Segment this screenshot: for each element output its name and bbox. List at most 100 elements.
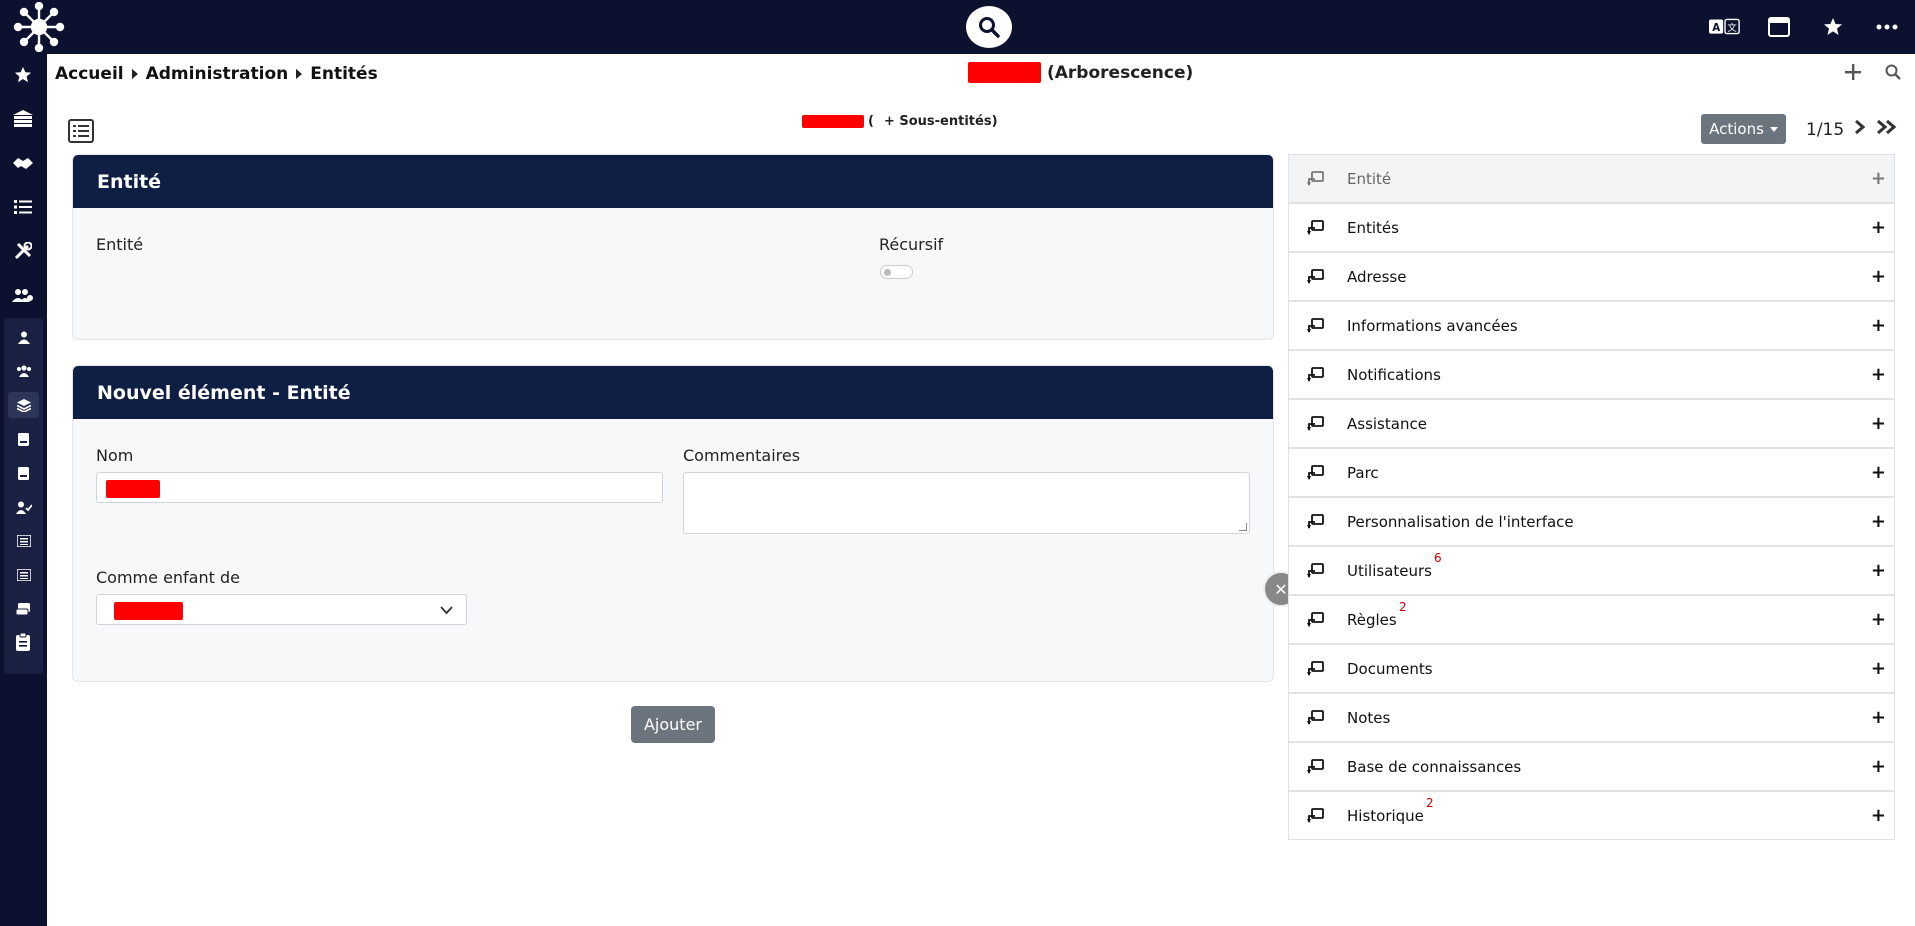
list-view-icon[interactable] bbox=[68, 119, 94, 143]
expand-plus-icon[interactable]: + bbox=[1871, 609, 1886, 630]
parent-label: Comme enfant de bbox=[96, 568, 240, 587]
tools-icon[interactable] bbox=[7, 235, 39, 267]
recursive-toggle[interactable] bbox=[880, 265, 913, 279]
tab-item[interactable]: Entité + bbox=[1288, 154, 1895, 203]
redacted-entity-name bbox=[802, 115, 864, 128]
administration-submenu bbox=[4, 318, 43, 674]
search-list-icon[interactable] bbox=[1885, 64, 1901, 84]
pager-position: 1/15 bbox=[1806, 119, 1845, 140]
handshake-icon[interactable] bbox=[7, 147, 39, 179]
last-page-icon[interactable] bbox=[1876, 119, 1898, 140]
tab-return-icon bbox=[1307, 513, 1324, 529]
pagination: 1/15 bbox=[1806, 119, 1898, 140]
entities-layers-icon[interactable] bbox=[8, 392, 39, 418]
user-icon[interactable] bbox=[8, 324, 39, 350]
admin-users-gear-icon[interactable] bbox=[7, 279, 39, 311]
expand-plus-icon[interactable]: + bbox=[1871, 707, 1886, 728]
expand-plus-icon[interactable]: + bbox=[1871, 413, 1886, 434]
profiles-user-check-icon[interactable] bbox=[8, 494, 39, 520]
add-button[interactable]: Ajouter bbox=[631, 706, 715, 743]
expand-plus-icon[interactable]: + bbox=[1871, 658, 1886, 679]
tab-return-icon bbox=[1307, 268, 1324, 284]
assets-icon[interactable] bbox=[7, 103, 39, 135]
subentities-toggle[interactable]: + Sous-entités) bbox=[884, 114, 998, 129]
favorites-star-icon[interactable] bbox=[7, 59, 39, 91]
tab-return-icon bbox=[1307, 219, 1324, 235]
tab-item[interactable]: Règles 2 + bbox=[1288, 595, 1895, 644]
language-icon[interactable]: A文 bbox=[1709, 12, 1741, 42]
tab-item[interactable]: Assistance + bbox=[1288, 399, 1895, 448]
tab-return-icon bbox=[1307, 464, 1324, 480]
expand-plus-icon[interactable]: + bbox=[1871, 266, 1886, 287]
tab-item[interactable]: Notes + bbox=[1288, 693, 1895, 742]
rules-book-icon[interactable] bbox=[8, 426, 39, 452]
window-icon[interactable] bbox=[1763, 12, 1795, 42]
actions-label: Actions bbox=[1709, 120, 1764, 138]
resize-handle-icon[interactable] bbox=[1239, 523, 1247, 531]
top-bar: A文 bbox=[0, 0, 1915, 54]
more-options-icon[interactable] bbox=[1871, 12, 1903, 42]
star-icon[interactable] bbox=[1817, 12, 1849, 42]
expand-plus-icon[interactable]: + bbox=[1871, 364, 1886, 385]
dictionary-book-icon[interactable] bbox=[8, 460, 39, 486]
next-page-icon[interactable] bbox=[1854, 119, 1866, 140]
tab-label: Adresse bbox=[1347, 267, 1407, 286]
inventory-scroll-icon[interactable] bbox=[8, 596, 39, 622]
tab-item[interactable]: Notifications + bbox=[1288, 350, 1895, 399]
tab-item[interactable]: Personnalisation de l'interface + bbox=[1288, 497, 1895, 546]
tab-label: Base de connaissances bbox=[1347, 757, 1522, 776]
clipboard-icon[interactable] bbox=[7, 626, 39, 658]
tab-return-icon bbox=[1307, 366, 1324, 382]
expand-plus-icon[interactable]: + bbox=[1871, 217, 1886, 238]
tab-item[interactable]: Base de connaissances + bbox=[1288, 742, 1895, 791]
expand-plus-icon[interactable]: + bbox=[1871, 168, 1886, 189]
name-label: Nom bbox=[96, 446, 134, 465]
breadcrumb-home[interactable]: Accueil bbox=[55, 64, 124, 84]
expand-plus-icon[interactable]: + bbox=[1871, 511, 1886, 532]
tab-item[interactable]: Historique 2 + bbox=[1288, 791, 1895, 840]
tab-count-badge: 6 bbox=[1434, 551, 1442, 565]
tab-item[interactable]: Parc + bbox=[1288, 448, 1895, 497]
redacted-parent-value bbox=[114, 602, 183, 620]
expand-plus-icon[interactable]: + bbox=[1871, 315, 1886, 336]
add-item-plus-icon[interactable] bbox=[1845, 64, 1861, 84]
parent-entity-select[interactable] bbox=[96, 594, 467, 625]
tab-return-icon bbox=[1307, 709, 1324, 725]
groups-icon[interactable] bbox=[8, 358, 39, 384]
tab-label: Notifications bbox=[1347, 365, 1441, 384]
tab-label: Utilisateurs bbox=[1347, 561, 1432, 580]
comments-textarea[interactable] bbox=[683, 472, 1250, 534]
tab-item[interactable]: Informations avancées + bbox=[1288, 301, 1895, 350]
tab-return-icon bbox=[1307, 611, 1324, 627]
tab-count-badge: 2 bbox=[1399, 600, 1407, 614]
tab-item[interactable]: Entités + bbox=[1288, 203, 1895, 252]
queued-list-icon[interactable] bbox=[8, 528, 39, 554]
tab-count-badge: 2 bbox=[1426, 796, 1434, 810]
expand-plus-icon[interactable]: + bbox=[1871, 560, 1886, 581]
tab-return-icon bbox=[1307, 170, 1324, 186]
main-sidebar bbox=[0, 54, 47, 926]
expand-plus-icon[interactable]: + bbox=[1871, 462, 1886, 483]
tab-label: Informations avancées bbox=[1347, 316, 1518, 335]
tasks-list-icon[interactable] bbox=[7, 191, 39, 223]
breadcrumb-separator-icon bbox=[296, 69, 303, 79]
breadcrumb-administration[interactable]: Administration bbox=[146, 64, 289, 84]
actions-dropdown-button[interactable]: Actions bbox=[1701, 114, 1786, 144]
caret-down-icon bbox=[1769, 126, 1778, 132]
tab-item[interactable]: Utilisateurs 6 + bbox=[1288, 546, 1895, 595]
tab-label: Notes bbox=[1347, 708, 1391, 727]
expand-plus-icon[interactable]: + bbox=[1871, 805, 1886, 826]
app-logo-icon[interactable] bbox=[12, 1, 66, 53]
tab-item[interactable]: Adresse + bbox=[1288, 252, 1895, 301]
breadcrumb-separator-icon bbox=[131, 69, 138, 79]
tab-item[interactable]: Documents + bbox=[1288, 644, 1895, 693]
new-entity-card-title: Nouvel élément - Entité bbox=[73, 366, 1273, 419]
name-input[interactable] bbox=[96, 472, 663, 503]
logs-list-icon[interactable] bbox=[8, 562, 39, 588]
search-icon bbox=[979, 17, 1000, 38]
entity-tabs: Entité + Entités + Adresse + Informations avan… bbox=[1288, 154, 1895, 840]
expand-plus-icon[interactable]: + bbox=[1871, 756, 1886, 777]
tab-return-icon bbox=[1307, 562, 1324, 578]
breadcrumb-entities[interactable]: Entités bbox=[310, 64, 377, 84]
global-search-button[interactable] bbox=[966, 6, 1012, 48]
